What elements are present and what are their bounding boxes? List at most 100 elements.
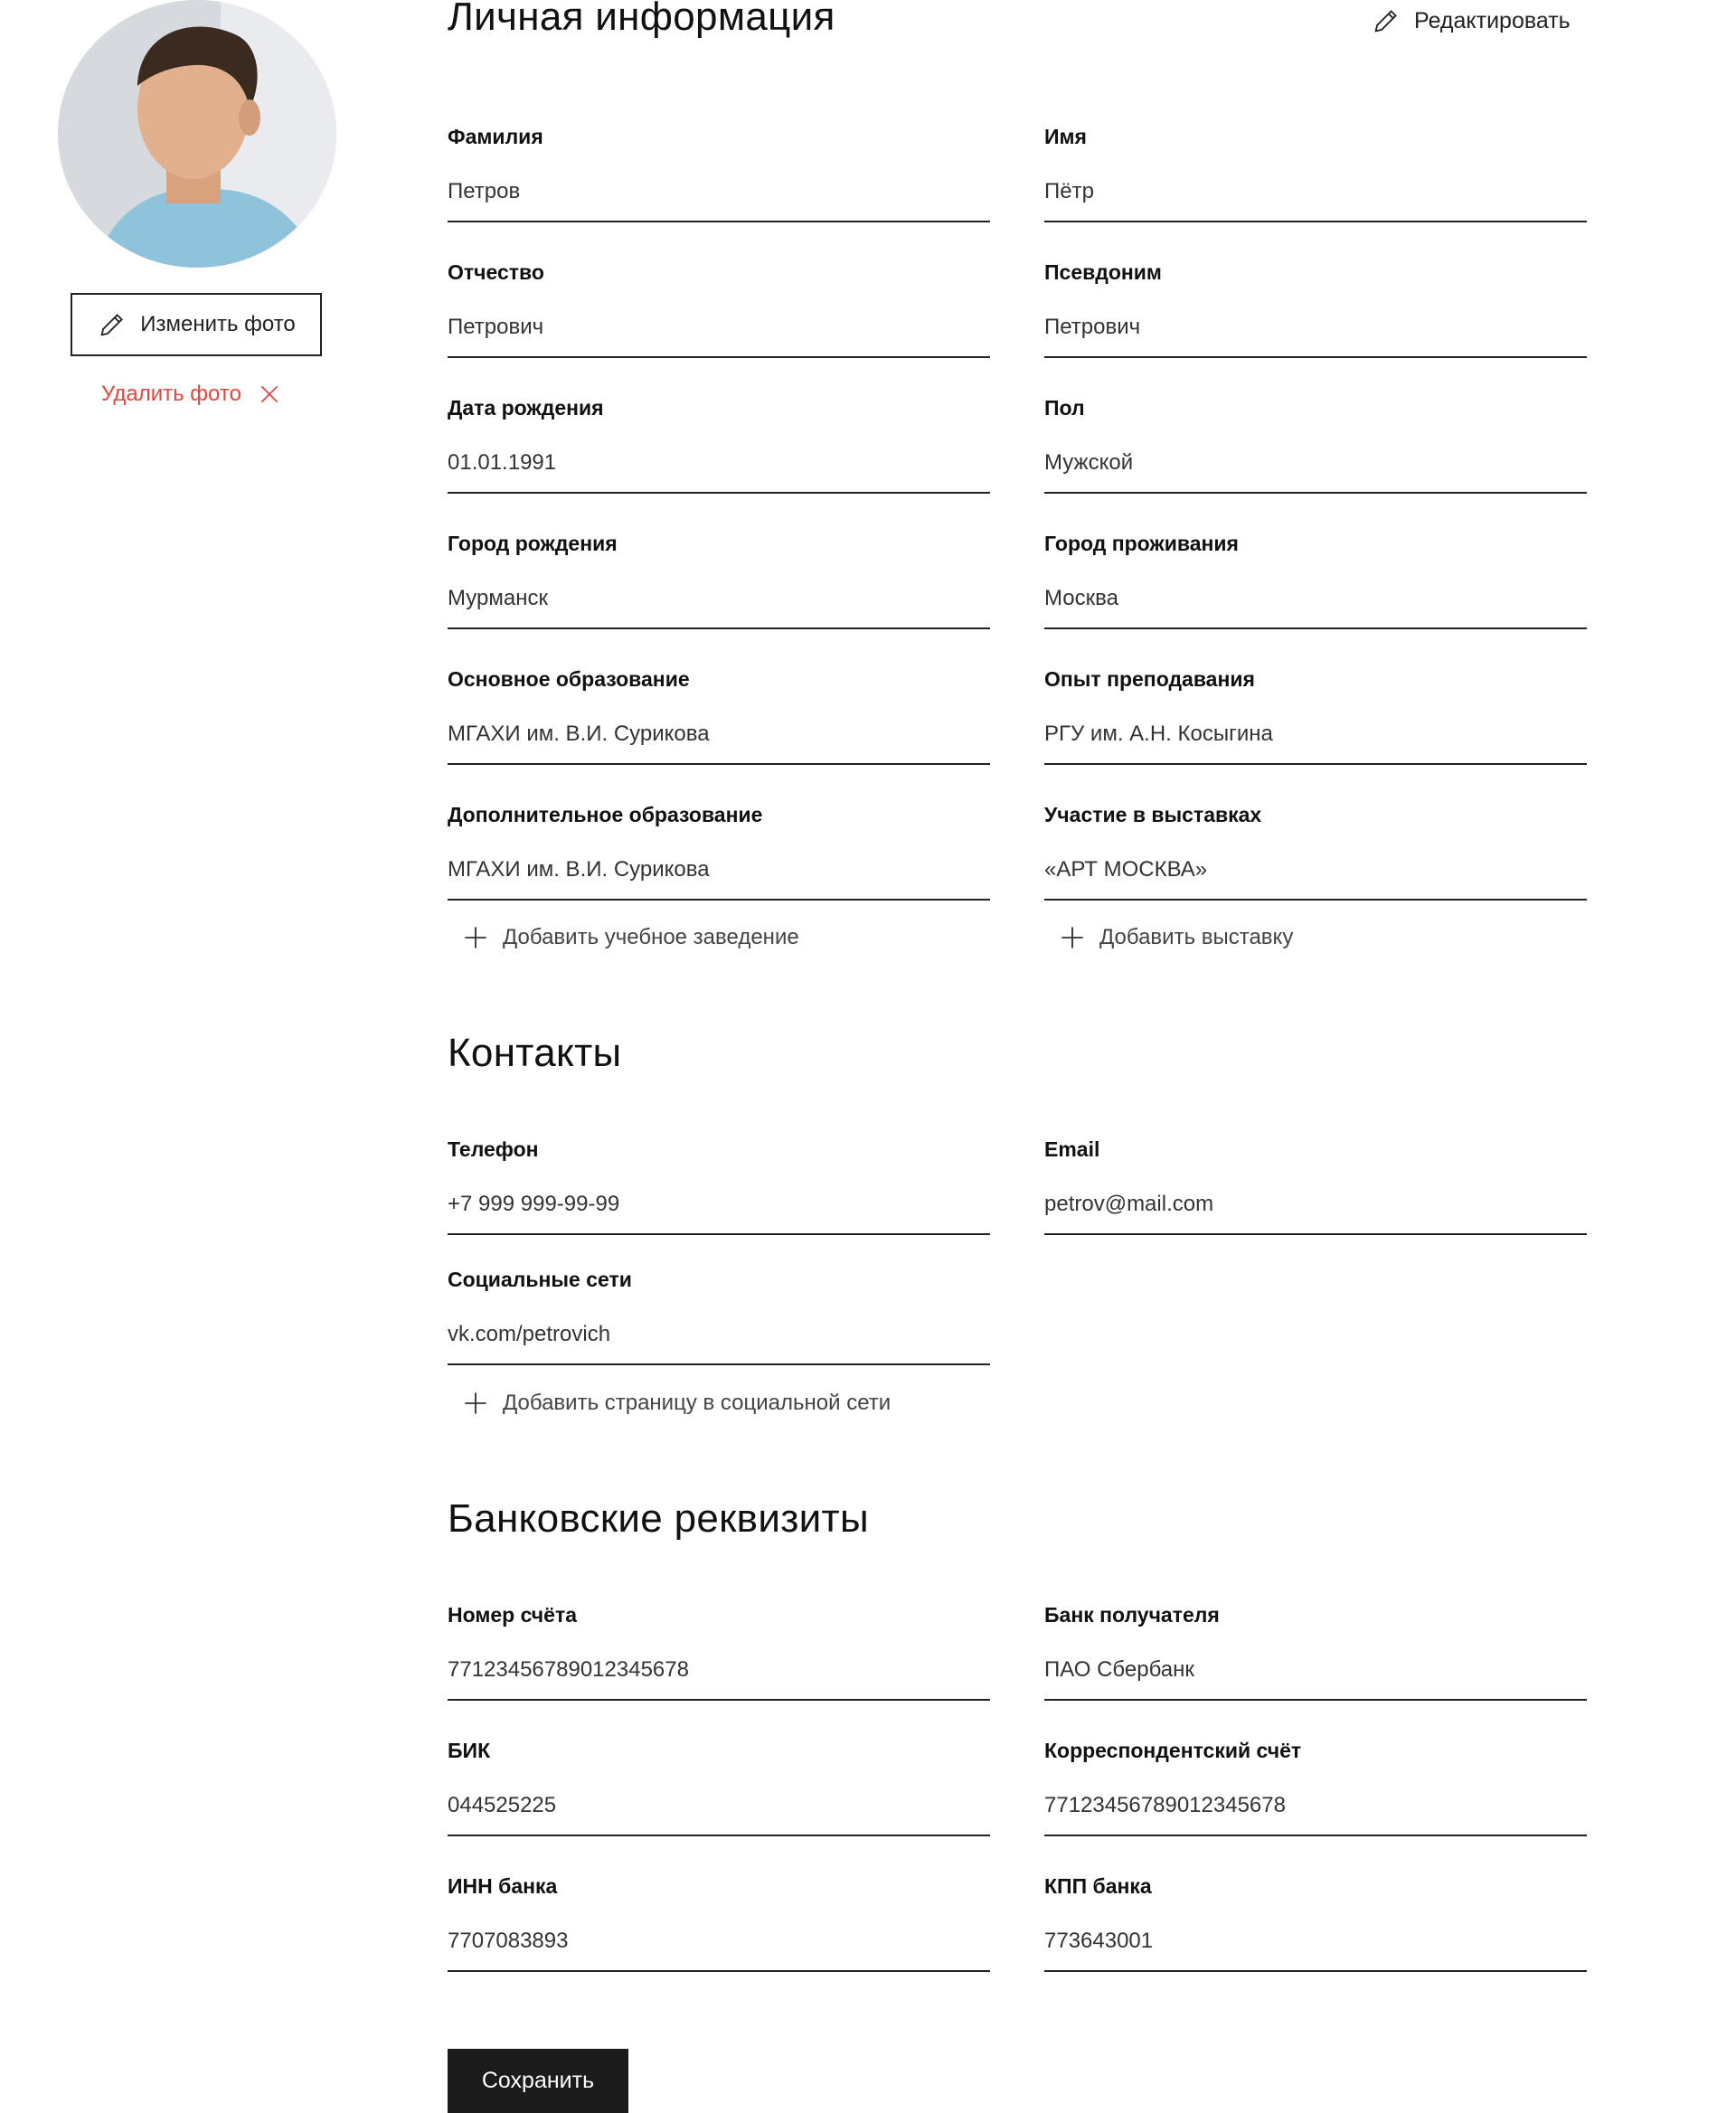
change-photo-label: Изменить фото <box>140 312 296 336</box>
field-label: Участие в выставках <box>1044 803 1262 826</box>
phone-input[interactable] <box>448 1190 990 1219</box>
email-input[interactable] <box>1044 1190 1587 1219</box>
birth-city-field: Город рождения <box>448 530 990 629</box>
exhibitions-field: Участие в выставках <box>1044 801 1587 901</box>
social-field: Социальные сети <box>448 1266 990 1365</box>
field-label: Отчество <box>448 260 544 284</box>
field-label: Банк получателя <box>1044 1603 1220 1627</box>
field-label: КПП банка <box>1044 1874 1152 1898</box>
field-label: Email <box>1044 1137 1100 1161</box>
field-underline <box>1044 356 1587 358</box>
field-label: Опыт преподавания <box>1044 667 1255 691</box>
bank-inn-input[interactable] <box>448 1927 990 1956</box>
field-underline <box>1044 627 1587 629</box>
field-underline <box>448 1835 990 1836</box>
personal-info-title: Личная информация <box>448 0 835 39</box>
field-underline <box>448 492 990 494</box>
birthdate-field: Дата рождения <box>448 394 990 494</box>
field-label: Социальные сети <box>448 1268 632 1291</box>
field-underline <box>448 356 990 358</box>
lastname-field: Фамилия <box>448 123 990 222</box>
pseudonym-field: Псевдоним <box>1044 259 1587 358</box>
gender-field: Пол <box>1044 394 1587 494</box>
field-label: Фамилия <box>448 125 543 148</box>
bik-input[interactable] <box>448 1791 990 1820</box>
social-input[interactable] <box>448 1320 990 1349</box>
field-underline <box>1044 1233 1587 1235</box>
field-label: Псевдоним <box>1044 260 1162 284</box>
field-label: Город рождения <box>448 532 618 555</box>
patronymic-field: Отчество <box>448 259 990 358</box>
field-underline <box>1044 1699 1587 1701</box>
teaching-experience-input[interactable] <box>1044 720 1587 749</box>
plus-icon <box>465 1392 486 1414</box>
field-label: Телефон <box>448 1137 539 1161</box>
edit-label: Редактировать <box>1414 7 1571 33</box>
recipient-bank-field: Банк получателя <box>1044 1601 1587 1701</box>
bank-kpp-input[interactable] <box>1044 1927 1587 1956</box>
field-underline <box>1044 763 1587 765</box>
delete-photo-label: Удалить фото <box>101 382 241 406</box>
field-underline <box>448 1970 990 1972</box>
field-label: Дополнительное образование <box>448 803 763 826</box>
add-school-button[interactable]: Добавить учебное заведение <box>463 925 799 950</box>
correspondent-account-input[interactable] <box>1044 1791 1587 1820</box>
plus-icon <box>1061 927 1083 948</box>
field-label: Основное образование <box>448 667 690 691</box>
main-education-field: Основное образование <box>448 665 990 765</box>
field-label: Корреспондентский счёт <box>1044 1739 1302 1762</box>
birth-city-input[interactable] <box>448 584 990 613</box>
exhibitions-input[interactable] <box>1044 855 1587 884</box>
close-icon <box>260 385 278 403</box>
residence-city-field: Город проживания <box>1044 530 1587 629</box>
birthdate-input[interactable] <box>448 448 990 477</box>
main-education-input[interactable] <box>448 720 990 749</box>
field-underline <box>448 1699 990 1701</box>
teaching-experience-field: Опыт преподавания <box>1044 665 1587 765</box>
field-underline <box>1044 492 1587 494</box>
field-label: БИК <box>448 1739 491 1762</box>
pencil-icon <box>1374 10 1397 33</box>
field-label: Имя <box>1044 125 1087 148</box>
firstname-input[interactable] <box>1044 177 1587 206</box>
bank-kpp-field: КПП банка <box>1044 1872 1587 1972</box>
additional-education-field: Дополнительное образование <box>448 801 990 901</box>
pseudonym-input[interactable] <box>1044 313 1587 342</box>
field-label: Город проживания <box>1044 532 1239 555</box>
field-underline <box>448 627 990 629</box>
field-underline <box>1044 1970 1587 1972</box>
add-exhibition-label: Добавить выставку <box>1099 925 1294 949</box>
add-social-label: Добавить страницу в социальной сети <box>503 1391 892 1415</box>
field-label: Дата рождения <box>448 396 604 420</box>
patronymic-input[interactable] <box>448 313 990 342</box>
firstname-field: Имя <box>1044 123 1587 222</box>
lastname-input[interactable] <box>448 177 990 206</box>
bank-details-title: Банковские реквизиты <box>448 1496 869 1541</box>
field-label: ИНН банка <box>448 1874 558 1898</box>
edit-button[interactable]: Редактировать <box>1371 5 1571 36</box>
avatar <box>58 0 336 268</box>
field-label: Номер счёта <box>448 1603 577 1627</box>
gender-input[interactable] <box>1044 448 1587 477</box>
field-underline <box>448 1233 990 1235</box>
bank-inn-field: ИНН банка <box>448 1872 990 1972</box>
correspondent-account-field: Корреспондентский счёт <box>1044 1737 1587 1836</box>
recipient-bank-input[interactable] <box>1044 1655 1587 1684</box>
field-label: Пол <box>1044 396 1085 420</box>
residence-city-input[interactable] <box>1044 584 1587 613</box>
add-social-button[interactable]: Добавить страницу в социальной сети <box>463 1391 891 1416</box>
account-number-input[interactable] <box>448 1655 990 1684</box>
field-underline <box>1044 221 1587 222</box>
bik-field: БИК <box>448 1737 990 1836</box>
email-field: Email <box>1044 1136 1587 1235</box>
plus-icon <box>465 927 486 948</box>
change-photo-button[interactable]: Изменить фото <box>71 293 322 356</box>
add-exhibition-button[interactable]: Добавить выставку <box>1060 925 1293 950</box>
delete-photo-link[interactable]: Удалить фото <box>101 382 281 407</box>
field-underline <box>448 1363 990 1365</box>
phone-field: Телефон <box>448 1136 990 1235</box>
contacts-title: Контакты <box>448 1031 622 1075</box>
field-underline <box>1044 1835 1587 1836</box>
save-button[interactable]: Сохранить <box>448 2049 628 2113</box>
additional-education-input[interactable] <box>448 855 990 884</box>
